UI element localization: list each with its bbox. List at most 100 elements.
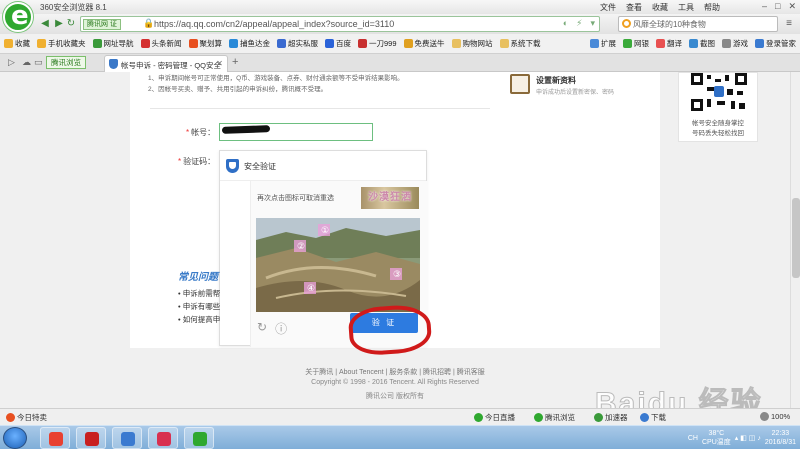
bookmark-folder[interactable]: 系统下载 [499,38,541,49]
captcha-title: 安全验证 [244,162,276,171]
games-button[interactable]: 游戏 [722,38,748,49]
rocket-icon [594,413,603,422]
faq-title: 常见问题 [178,272,218,283]
minimize-button[interactable]: – [762,1,767,12]
extensions-button[interactable]: 扩展 [590,38,616,49]
sidebar-toggle-icon[interactable]: ▷ [8,57,15,68]
footer-links[interactable]: 关于腾讯 | About Tencent | 服务条款 | 腾讯招聘 | 腾讯客… [0,367,790,377]
menu-view[interactable]: 查看 [626,2,642,13]
scrollbar-thumb[interactable] [792,198,800,278]
login-manager-button[interactable]: 登录管家 [755,38,796,49]
new-tab-button[interactable]: + [232,56,238,68]
taskbar-app-browser[interactable] [184,427,214,449]
qr-caption-1: 帐号安全随身掌控 [692,120,744,127]
screenshot-button[interactable]: 截图 [689,38,715,49]
search-box[interactable]: 风靡全球的10种食物 [618,16,778,32]
speed-icon[interactable]: ⚡ [576,18,582,29]
url-text[interactable]: https://aq.qq.com/cn2/appeal/appeal_inde… [154,19,394,29]
set-new-info-card[interactable]: 设置新资料 申诉成功后设置新密保、密码 [507,72,647,98]
fast-browse-button[interactable]: 腾讯浏览 [534,412,575,423]
captcha-image[interactable]: ① ② ③ ④ [256,218,420,312]
faq-item[interactable]: • 如何提高申 [178,314,220,325]
page-icon[interactable]: ▭ [34,57,43,68]
site-verified-badge[interactable]: 腾讯网 证 [83,19,121,30]
back-icon[interactable]: ◀ [38,17,52,31]
page-scrollbar[interactable] [790,72,800,408]
appeal-notice: 1、申诉期间帐号可正常使用，Q币、游戏装备、点券、财付通余额等不受申诉结果影响。… [148,75,404,93]
dropdown-icon[interactable]: ▾ [590,18,595,29]
faq-item[interactable]: • 申诉前需帮 [178,288,220,299]
captcha-header: 安全验证 [220,151,426,181]
search-input[interactable]: 风靡全球的10种食物 [633,19,706,30]
tab-qq-security[interactable]: 帐号申诉 - 密码管理 - QQ安全 ✕ [104,55,228,72]
taskbar-app[interactable] [148,427,178,449]
lock-icon: 🔒 [143,18,155,28]
start-button[interactable] [3,427,27,449]
translate-button[interactable]: 翻译 [656,38,682,49]
captcha-label: * 验证码： [178,157,216,166]
menu-favorites[interactable]: 收藏 [652,2,668,13]
menu-help[interactable]: 帮助 [704,2,720,13]
lightning-icon [534,413,543,422]
play-icon [474,413,483,422]
bookmarks-bar: 收藏 手机收藏夹 网址导航 头条新闻 聚划算 捕鱼达金 超实私服 百度 一刀99… [0,34,800,54]
bookmark-item[interactable]: 百度 [325,38,351,49]
daily-deals-button[interactable]: 今日特卖 [6,412,47,423]
download-button[interactable]: 下载 [640,412,666,423]
faq-item[interactable]: • 申诉有哪些 [178,301,220,312]
taskbar-app[interactable] [40,427,70,449]
live-button[interactable]: 今日直播 [474,412,515,423]
bookmark-item[interactable]: 一刀999 [358,38,397,49]
bookmark-item[interactable]: 超实私服 [277,38,318,49]
shield-icon [226,159,239,173]
page-content: 1、申诉期间帐号可正常使用，Q币、游戏装备、点券、财付通余额等不受申诉结果影响。… [0,72,790,408]
bookmark-item[interactable]: 收藏 [4,38,30,49]
taskbar-app[interactable] [112,427,142,449]
zoom-icon [760,412,769,421]
maximize-button[interactable]: □ [775,1,780,12]
captcha-target-image: 沙漠狂洒 [361,187,419,209]
info-icon[interactable]: ⓘ [275,320,287,337]
bookmark-item[interactable]: 聚划算 [188,38,222,49]
navigation-bar: ◀ ▶ ↻ 腾讯网 证 🔒 https://aq.qq.com/cn2/appe… [0,14,800,34]
bookmark-item[interactable]: 免费送牛 [403,38,445,49]
tray-icons[interactable]: ▴ ◧ ◫ ♪ [735,434,761,442]
bookmark-folder[interactable]: 购物网站 [451,38,493,49]
gift-icon [6,413,15,422]
bookmark-item[interactable]: 手机收藏夹 [37,38,86,49]
clock[interactable]: 22:33 2016/8/31 [765,429,796,447]
fast-mode-button[interactable]: 腾讯浏览 [46,56,86,69]
menu-tools[interactable]: 工具 [678,2,694,13]
site-icon [277,39,286,48]
taskbar-app[interactable] [76,427,106,449]
menu-icon[interactable]: ≡ [782,17,796,31]
close-window-button[interactable]: ✕ [788,1,796,12]
site-icon [92,39,102,48]
search-engine-icon[interactable] [622,19,631,28]
set-new-info-subtitle: 申诉成功后设置新密保、密码 [536,90,615,96]
browser-logo-icon[interactable] [3,1,33,32]
compat-mode-icon[interactable]: ◐ [563,18,568,29]
refresh-icon[interactable]: ↻ [64,17,78,31]
tab-close-icon[interactable]: ✕ [216,59,223,68]
app-title: 360安全浏览器 8.1 [40,3,107,12]
menu-file[interactable]: 文件 [600,2,616,13]
app-icon [49,432,63,446]
bookmark-item[interactable]: 捕鱼达金 [229,38,270,49]
bookmark-item[interactable]: 头条新闻 [140,38,182,49]
accelerator-button[interactable]: 加速器 [594,412,628,423]
address-bar[interactable]: 腾讯网 证 🔒 https://aq.qq.com/cn2/appeal/app… [80,16,600,32]
refresh-icon[interactable]: ↻ [257,320,267,337]
svg-text:③: ③ [393,270,401,280]
address-actions: ◐ ⚡ ▾ [563,18,595,29]
set-new-info-title: 设置新资料 [536,76,576,85]
online-bank-button[interactable]: 网银 [623,38,649,49]
windows-taskbar: CH 38°C CPU温度 ▴ ◧ ◫ ♪ 22:33 2016/8/31 [0,425,800,449]
zoom-level[interactable]: 100% [760,412,790,421]
cloud-icon[interactable]: ☁ [22,57,31,68]
download-icon [640,413,649,422]
bookmark-item[interactable]: 网址导航 [92,38,134,49]
gamepad-icon [722,39,731,48]
ime-indicator[interactable]: CH [688,435,698,442]
qq-shield-icon [109,59,118,69]
